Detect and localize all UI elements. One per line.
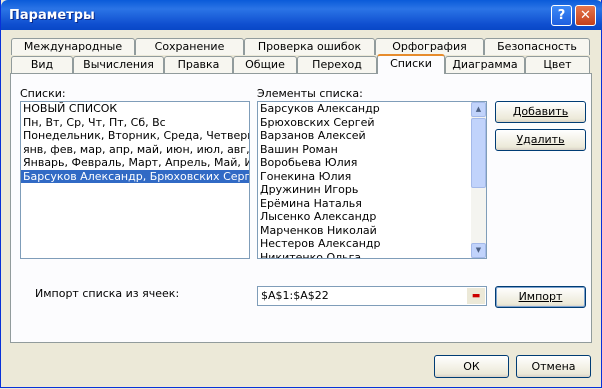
list-entry-item[interactable]: Ерёмина Наталья — [258, 197, 486, 211]
list-entry-item[interactable]: Дружинин Игорь — [258, 183, 486, 197]
list-entry-item[interactable]: Гонекина Юлия — [258, 170, 486, 184]
list-entry-item[interactable]: Воробьева Юлия — [258, 156, 486, 170]
tab-row-back: Международные Сохранение Проверка ошибок… — [11, 38, 591, 56]
help-button[interactable]: ? — [551, 5, 572, 26]
custom-list-item[interactable]: Барсуков Александр, Брюховских Серге — [21, 169, 249, 183]
add-button-label: Добавить — [512, 105, 569, 118]
tab-view[interactable]: Вид — [11, 56, 73, 73]
tab-security[interactable]: Безопасность — [484, 38, 590, 55]
custom-list-item[interactable]: Пн, Вт, Ср, Чт, Пт, Сб, Вс — [21, 116, 249, 130]
window-title: Параметры — [9, 8, 95, 23]
tab-color[interactable]: Цвет — [525, 56, 590, 73]
lists-tab-panel: Списки: НОВЫЙ СПИСОК Пн, Вт, Ср, Чт, Пт, … — [10, 73, 592, 343]
list-entry-item[interactable]: Вашин Роман — [258, 143, 486, 157]
tab-error-checking[interactable]: Проверка ошибок — [244, 38, 375, 55]
collapse-dialog-icon[interactable]: ▬ — [467, 288, 485, 304]
tab-row-front: Вид Вычисления Правка Общие Переход Спис… — [11, 54, 591, 74]
list-entries-label: Элементы списка: — [257, 87, 363, 100]
import-range-input[interactable]: $A$1:$A$22 ▬ — [257, 286, 487, 306]
list-entry-item[interactable]: Никитенко Ольга — [258, 251, 486, 259]
custom-lists-listbox[interactable]: НОВЫЙ СПИСОК Пн, Вт, Ср, Чт, Пт, Сб, Вс По… — [20, 101, 250, 259]
import-button-label: Импорт — [518, 290, 563, 303]
tab-general[interactable]: Общие — [233, 56, 297, 73]
tab-international[interactable]: Международные — [11, 38, 135, 55]
scroll-up-icon[interactable]: ▲ — [471, 102, 486, 117]
lists-label: Списки: — [20, 87, 66, 100]
tab-transition[interactable]: Переход — [297, 56, 377, 73]
delete-button-label: Удалить — [516, 133, 565, 146]
custom-list-item[interactable]: янв, фев, мар, апр, май, июн, июл, авг, — [21, 143, 249, 157]
options-dialog: Параметры ? ✕ Международные Сохранение П… — [0, 0, 602, 388]
tab-calculation[interactable]: Вычисления — [73, 56, 164, 73]
list-entry-item[interactable]: Лысенко Александр — [258, 210, 486, 224]
tab-lists[interactable]: Списки — [377, 54, 445, 74]
add-button[interactable]: Добавить — [495, 101, 586, 123]
title-bar[interactable]: Параметры ? ✕ — [1, 0, 602, 30]
custom-list-item[interactable]: Январь, Февраль, Март, Апрель, Май, И — [21, 156, 249, 170]
list-entry-item[interactable]: Барсуков Александр — [258, 102, 486, 116]
list-entries-scrollbar[interactable]: ▲ ▼ — [471, 102, 486, 258]
import-button[interactable]: Импорт — [495, 286, 586, 308]
ok-button[interactable]: ОК — [434, 355, 509, 378]
import-range-value: $A$1:$A$22 — [261, 289, 329, 302]
import-label: Импорт списка из ячеек: — [35, 287, 180, 300]
list-entries-listbox[interactable]: Барсуков Александр Брюховских Сергей Варза… — [257, 101, 487, 259]
tab-spelling[interactable]: Орфография — [375, 38, 484, 55]
list-entry-item[interactable]: Брюховских Сергей — [258, 116, 486, 130]
delete-button[interactable]: Удалить — [495, 129, 586, 151]
close-button[interactable]: ✕ — [575, 5, 596, 26]
tab-chart[interactable]: Диаграмма — [445, 56, 525, 73]
scroll-thumb[interactable] — [471, 118, 486, 188]
list-entry-item[interactable]: Нестеров Александр — [258, 237, 486, 251]
custom-list-item[interactable]: Понедельник, Вторник, Среда, Четверг, — [21, 129, 249, 143]
tab-save[interactable]: Сохранение — [135, 38, 244, 55]
scroll-down-icon[interactable]: ▼ — [471, 243, 486, 258]
list-entry-item[interactable]: Марченков Николай — [258, 224, 486, 238]
list-entry-item[interactable]: Варзанов Алексей — [258, 129, 486, 143]
tab-edit[interactable]: Правка — [164, 56, 233, 73]
custom-list-item[interactable]: НОВЫЙ СПИСОК — [21, 102, 249, 116]
cancel-button[interactable]: Отмена — [516, 355, 591, 378]
